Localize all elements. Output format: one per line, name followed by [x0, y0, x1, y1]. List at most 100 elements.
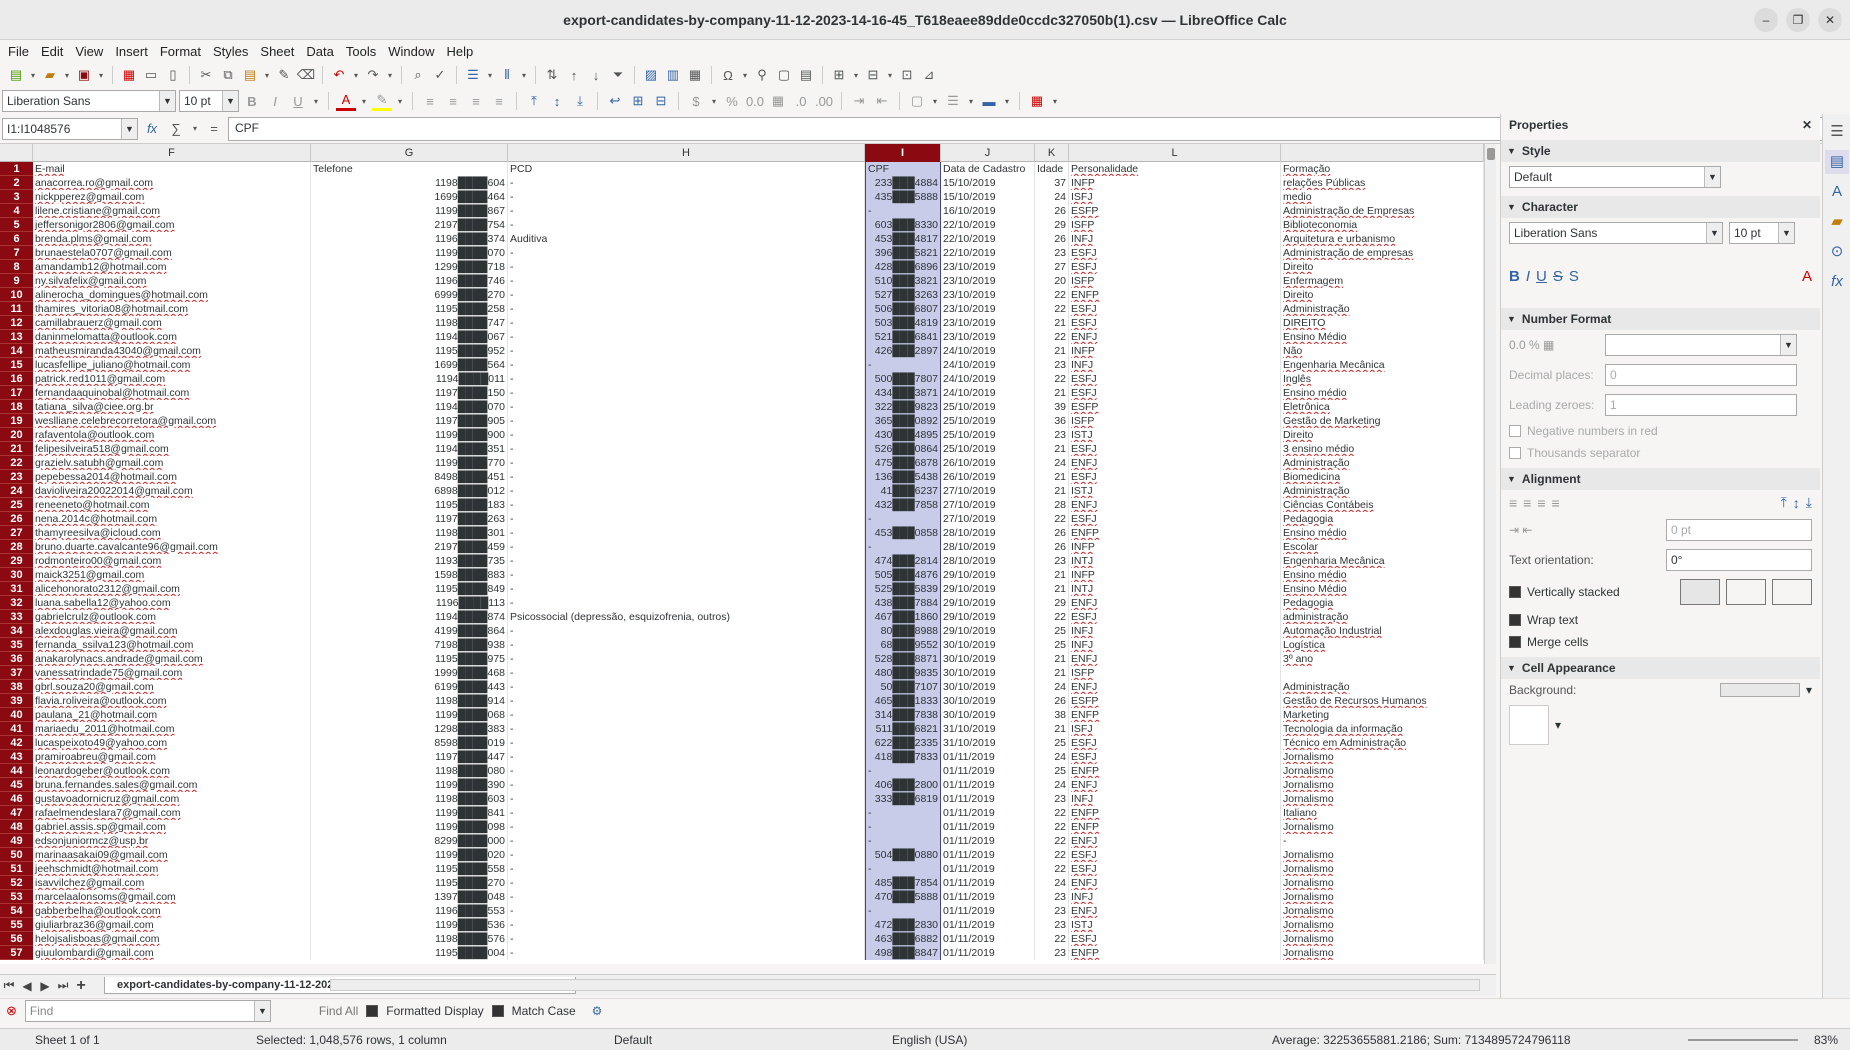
cell-tel[interactable]: 6199████443	[311, 680, 508, 694]
cell-cpf[interactable]: 480███9835	[865, 666, 941, 680]
increase-indent-icon[interactable]: ⇥	[849, 91, 869, 111]
cell-pcd[interactable]: -	[508, 736, 865, 750]
cell-pcd[interactable]: -	[508, 946, 865, 960]
cell-date[interactable]: 29/10/2019	[941, 610, 1035, 624]
cell-pcd[interactable]: -	[508, 680, 865, 694]
style-select[interactable]: Default ▼	[1509, 166, 1721, 188]
row-header[interactable]: 14	[0, 344, 33, 358]
cell-cpf[interactable]: 68███9552	[865, 638, 941, 652]
cell-email[interactable]: anacorrea.ro@gmail.com	[33, 176, 311, 190]
row-header[interactable]: 3	[0, 190, 33, 204]
navigator-icon[interactable]: ⊙	[1825, 240, 1849, 264]
find-input[interactable]: Find ▼	[24, 999, 271, 1022]
cell-form[interactable]: Jornalismo	[1281, 848, 1484, 862]
row-header[interactable]: 39	[0, 694, 33, 708]
italic-icon[interactable]: I	[1526, 268, 1530, 285]
chevron-down-icon[interactable]: ▼	[222, 91, 238, 111]
cell-email[interactable]: alexdouglas.vieira@gmail.com	[33, 624, 311, 638]
cell-tel[interactable]: 1198████914	[311, 694, 508, 708]
cell-pers[interactable]: ESFJ	[1069, 302, 1281, 316]
cell-pcd[interactable]: -	[508, 386, 865, 400]
select-all-corner[interactable]	[0, 144, 33, 162]
column-header[interactable]: F	[33, 144, 311, 162]
chevron-down-icon[interactable]: ▾	[395, 91, 405, 111]
align-middle-icon[interactable]: ↕	[1793, 495, 1800, 511]
cell-date[interactable]: 31/10/2019	[941, 736, 1035, 750]
row-header[interactable]: 5	[0, 218, 33, 232]
cell-age[interactable]: 24	[1035, 190, 1069, 204]
match-case-checkbox[interactable]	[491, 1004, 504, 1017]
cell-age[interactable]: 22	[1035, 834, 1069, 848]
menu-sheet[interactable]: Sheet	[254, 42, 300, 61]
cell-age[interactable]: 22	[1035, 862, 1069, 876]
align-right-icon[interactable]: ≡	[466, 91, 486, 111]
cell-pers[interactable]: ESFJ	[1069, 260, 1281, 274]
cell-tel[interactable]: 6898████012	[311, 484, 508, 498]
sort-ascending-icon[interactable]: ↑	[564, 65, 584, 85]
cell-tel[interactable]: 1197████150	[311, 386, 508, 400]
cell-tel[interactable]: 1196████553	[311, 904, 508, 918]
sort-icon[interactable]: ⇅	[542, 65, 562, 85]
cell-date[interactable]: 01/11/2019	[941, 764, 1035, 778]
cell-age[interactable]: 21	[1035, 470, 1069, 484]
cell-pers[interactable]: INFP	[1069, 176, 1281, 190]
cell-age[interactable]: 23	[1035, 918, 1069, 932]
cell-pcd[interactable]: -	[508, 204, 865, 218]
cell-cpf[interactable]: 603███8330	[865, 218, 941, 232]
menu-format[interactable]: Format	[154, 42, 207, 61]
cell-form[interactable]: Arquitetura e urbanismo	[1281, 232, 1484, 246]
cell-age[interactable]: 21	[1035, 582, 1069, 596]
chevron-down-icon[interactable]: ▾	[709, 91, 719, 111]
row-header[interactable]: 7	[0, 246, 33, 260]
collapse-icon[interactable]: ▼	[1507, 314, 1516, 324]
cell-pers[interactable]: ENFJ	[1069, 498, 1281, 512]
cell-age[interactable]: 37	[1035, 176, 1069, 190]
cell-pcd[interactable]: -	[508, 470, 865, 484]
cell-date[interactable]: 23/10/2019	[941, 274, 1035, 288]
cell-pers[interactable]: INTJ	[1069, 582, 1281, 596]
cell-pcd[interactable]: -	[508, 834, 865, 848]
cell-date[interactable]: 26/10/2019	[941, 456, 1035, 470]
cell-form[interactable]: Jornalismo	[1281, 778, 1484, 792]
decimal-places-input[interactable]: 0	[1605, 364, 1797, 386]
cell-tel[interactable]: 1194████067	[311, 330, 508, 344]
cell-pcd[interactable]: -	[508, 932, 865, 946]
row-header[interactable]: 35	[0, 638, 33, 652]
cell-email[interactable]: gabriel.assis.sp@gmail.com	[33, 820, 311, 834]
underline-icon[interactable]: U	[288, 91, 308, 111]
percent-format-icon[interactable]: %	[722, 91, 742, 111]
cell-date[interactable]: 01/11/2019	[941, 778, 1035, 792]
cell-date[interactable]: 22/10/2019	[941, 232, 1035, 246]
cell-age[interactable]: 21	[1035, 666, 1069, 680]
align-right-icon[interactable]: ≡	[1537, 495, 1545, 511]
cell-date[interactable]: 01/11/2019	[941, 834, 1035, 848]
cell-email[interactable]: pramiroabreu@gmail.com	[33, 750, 311, 764]
cell-pcd[interactable]: -	[508, 274, 865, 288]
number-format-icon[interactable]: 0.0	[745, 91, 765, 111]
cell-tel[interactable]: 6999████270	[311, 288, 508, 302]
open-icon[interactable]: ▰	[40, 65, 60, 85]
cell-date[interactable]: 25/10/2019	[941, 400, 1035, 414]
cell-age[interactable]: 26	[1035, 232, 1069, 246]
save-icon[interactable]: ▣	[74, 65, 94, 85]
chevron-down-icon[interactable]: ▾	[485, 65, 495, 85]
cell-email[interactable]: rafaelmendeslara7@gmail.com	[33, 806, 311, 820]
cell-email[interactable]: felipesilveira518@gmail.com	[33, 442, 311, 456]
sidebar-font-size[interactable]: 10 pt ▼	[1729, 222, 1795, 244]
border-style-icon[interactable]: ☰	[943, 91, 963, 111]
column-header[interactable]: I	[865, 144, 941, 162]
justify-icon[interactable]: ≡	[489, 91, 509, 111]
cell-tel[interactable]: 2197████754	[311, 218, 508, 232]
cell-cpf[interactable]: 485███7854	[865, 876, 941, 890]
alignment-section[interactable]: ▼ Alignment	[1501, 468, 1820, 490]
cell-email[interactable]: rodmonteiro00@gmail.com	[33, 554, 311, 568]
cell-tel[interactable]: 8598████019	[311, 736, 508, 750]
row-header[interactable]: 44	[0, 764, 33, 778]
cell-email[interactable]: bruno.duarte.cavalcante96@gmail.com	[33, 540, 311, 554]
cell-date[interactable]: 23/10/2019	[941, 302, 1035, 316]
cell-form[interactable]: Gestão de Marketing	[1281, 414, 1484, 428]
cell-form[interactable]: Ensino médio	[1281, 568, 1484, 582]
cell-date[interactable]: 23/10/2019	[941, 330, 1035, 344]
cell-date[interactable]: 30/10/2019	[941, 708, 1035, 722]
justify-icon[interactable]: ≡	[1552, 495, 1560, 511]
